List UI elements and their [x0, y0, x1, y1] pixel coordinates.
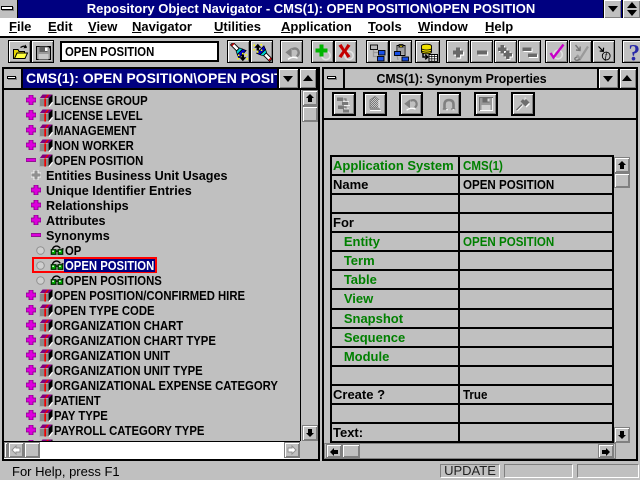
- svg-text:?: ?: [629, 43, 640, 62]
